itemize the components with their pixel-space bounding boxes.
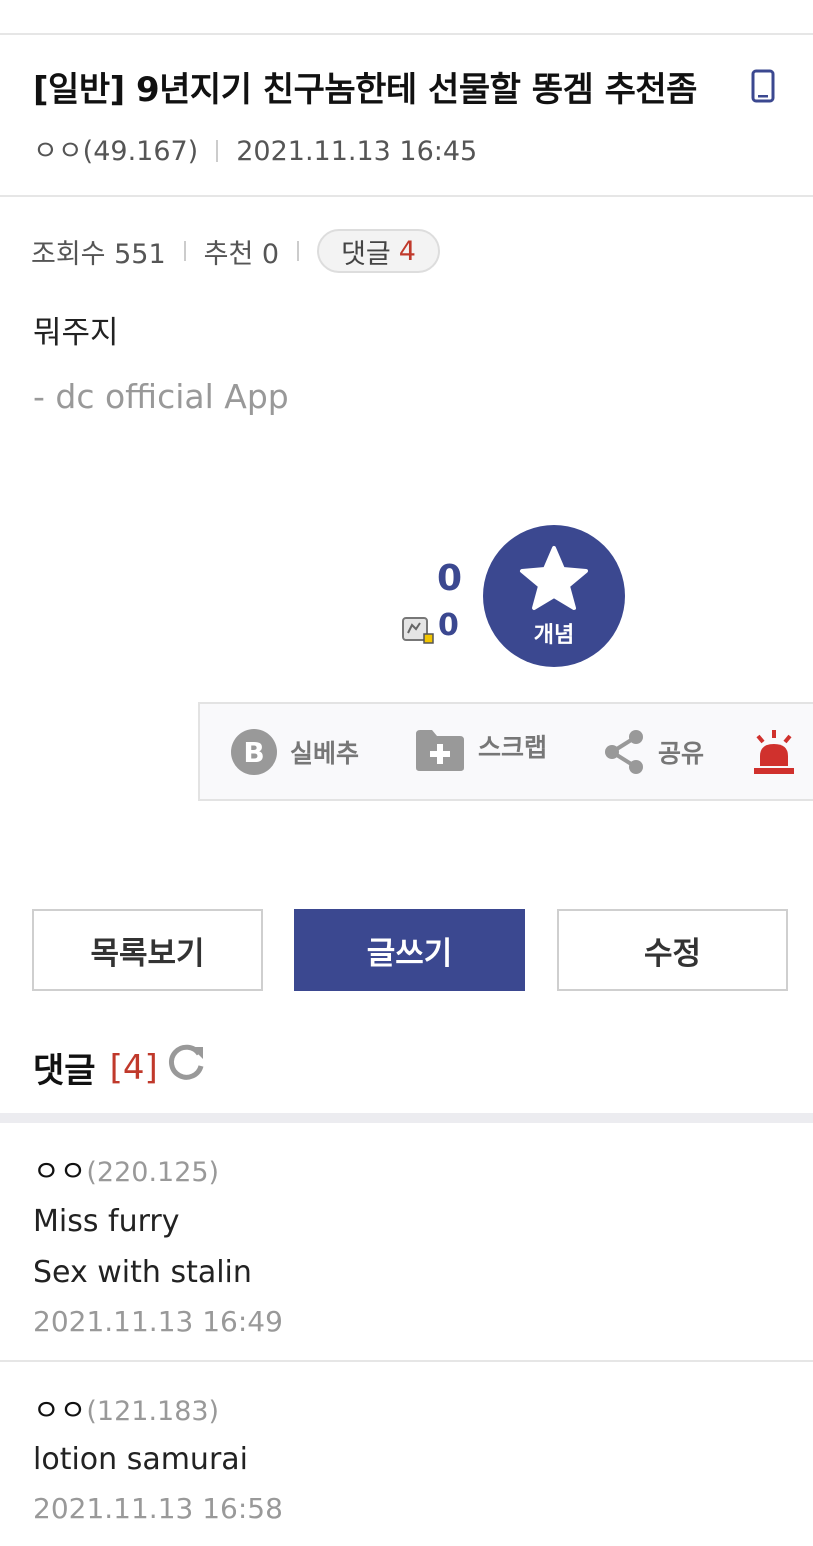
comment-text: lotion samurai	[33, 1442, 248, 1477]
comments-header: 댓글 [4]	[33, 1043, 158, 1092]
edit-button[interactable]: 수정	[557, 909, 788, 991]
report-button[interactable]	[750, 704, 810, 799]
comment-count-badge[interactable]: 댓글 4	[317, 229, 440, 273]
folder-plus-icon	[416, 730, 464, 771]
stats-separator	[297, 241, 300, 261]
refresh-icon[interactable]	[166, 1041, 208, 1083]
recommend-button-label: 개념	[533, 623, 575, 648]
mobile-icon	[751, 69, 775, 103]
header-divider	[0, 195, 813, 197]
share-icon	[605, 729, 643, 774]
scrap-button[interactable]: 스크랩	[414, 704, 547, 799]
action-bar: B 실베추 스크랩 공유	[198, 702, 813, 801]
comment-divider	[0, 1360, 813, 1362]
share-label: 공유	[658, 738, 705, 768]
stats-separator	[183, 241, 186, 261]
list-button[interactable]: 목록보기	[32, 909, 263, 991]
comment-badge-label: 댓글	[341, 238, 391, 270]
svg-text:B: B	[243, 736, 264, 769]
meta-separator	[216, 140, 219, 162]
comment-date: 2021.11.13 16:49	[33, 1305, 283, 1338]
comment-badge-count: 4	[398, 235, 416, 267]
comments-divider	[0, 1113, 813, 1123]
comment-author[interactable]: ㅇㅇ(121.183)	[33, 1387, 219, 1429]
siren-icon	[754, 729, 794, 774]
fixed-recommend-icon	[402, 617, 434, 644]
post-title: [일반] 9년지기 친구놈한테 선물할 똥겜 추천좀	[33, 70, 697, 110]
comment-nick: ㅇㅇ	[33, 1154, 87, 1188]
app-signature: - dc official App	[33, 377, 289, 416]
comment-text: Miss furry	[33, 1204, 180, 1239]
post-meta: ㅇㅇ(49.167) 2021.11.13 16:45	[33, 129, 477, 168]
post-author[interactable]: ㅇㅇ(49.167)	[33, 136, 198, 167]
silbe-button[interactable]: B 실베추	[230, 704, 359, 799]
write-button[interactable]: 글쓰기	[294, 909, 525, 991]
star-icon	[520, 546, 588, 610]
comment-author[interactable]: ㅇㅇ(220.125)	[33, 1148, 219, 1190]
scrap-label: 스크랩	[478, 733, 548, 762]
post-body: 뭐주지	[33, 315, 119, 351]
post-stats: 조회수 551 추천 0 댓글 4	[31, 229, 440, 273]
recommend-count: 추천 0	[203, 238, 280, 270]
post-date: 2021.11.13 16:45	[236, 136, 478, 167]
share-button[interactable]: 공유	[602, 704, 704, 799]
recommend-button[interactable]: 개념	[483, 525, 625, 667]
b-badge-icon: B	[231, 728, 277, 775]
fixed-recommend-count: 0	[438, 608, 459, 643]
silbe-label: 실베추	[290, 738, 360, 768]
comments-title: 댓글	[33, 1051, 96, 1091]
view-count: 조회수 551	[31, 238, 166, 270]
comment-text: Sex with stalin	[33, 1255, 252, 1290]
top-divider	[0, 33, 813, 35]
comment-date: 2021.11.13 16:58	[33, 1492, 283, 1525]
comment-nick: ㅇㅇ	[33, 1393, 87, 1427]
recommend-up-count: 0	[436, 558, 462, 599]
comment-ip: (121.183)	[86, 1396, 220, 1427]
comment-ip: (220.125)	[86, 1157, 220, 1188]
comments-count: [4]	[109, 1047, 158, 1088]
